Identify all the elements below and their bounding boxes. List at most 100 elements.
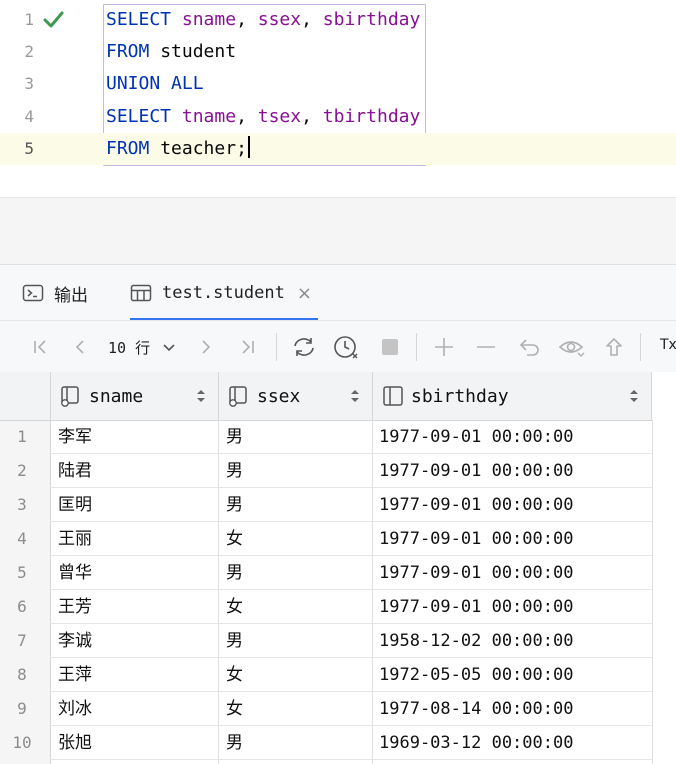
line-number: 3 bbox=[24, 74, 34, 93]
cell-ssex[interactable]: 男 bbox=[226, 624, 243, 658]
first-page-button[interactable] bbox=[24, 331, 56, 363]
code-text: SELECT tname, tsex, tbirthday bbox=[106, 106, 421, 127]
column-header-sbirthday[interactable]: sbirthday bbox=[373, 372, 652, 420]
next-page-button[interactable] bbox=[190, 331, 222, 363]
cell-sbirthday[interactable]: 1977-09-01 00:00:00 bbox=[379, 488, 573, 522]
cell-sbirthday[interactable]: 1977-08-14 00:00:00 bbox=[379, 692, 573, 726]
transaction-mode-label[interactable]: Tx bbox=[660, 337, 676, 353]
cell-sname[interactable]: 陆君 bbox=[58, 454, 92, 488]
chevron-down-icon bbox=[163, 344, 175, 352]
tab-result-label: test.student bbox=[162, 283, 285, 303]
table-row[interactable]: 8 王萍 女 1972-05-05 00:00:00 bbox=[0, 658, 652, 692]
cell-sbirthday[interactable]: 1977-09-01 00:00:00 bbox=[379, 454, 573, 488]
cell-sname[interactable]: 刘冰 bbox=[58, 692, 92, 726]
cell-sbirthday[interactable]: 1977-09-01 00:00:00 bbox=[379, 590, 573, 624]
table-row[interactable]: 1 李军 男 1977-09-01 00:00:00 bbox=[0, 420, 652, 454]
sort-icon[interactable] bbox=[196, 389, 206, 403]
refresh-button[interactable] bbox=[288, 331, 320, 363]
add-row-button[interactable] bbox=[428, 331, 460, 363]
table-icon bbox=[130, 284, 152, 302]
cell-sbirthday[interactable]: 1977-09-01 00:00:00 bbox=[379, 556, 573, 590]
stop-button[interactable] bbox=[374, 331, 406, 363]
check-icon bbox=[43, 11, 64, 28]
sort-icon[interactable] bbox=[629, 389, 639, 403]
cell-ssex[interactable]: 女 bbox=[226, 692, 243, 726]
column-header-ssex[interactable]: ssex bbox=[219, 372, 373, 420]
delete-row-button[interactable] bbox=[470, 331, 502, 363]
code-text: FROM student bbox=[106, 41, 237, 62]
column-icon bbox=[383, 386, 403, 406]
row-number: 3 bbox=[17, 495, 27, 514]
row-number: 6 bbox=[17, 597, 27, 616]
table-row[interactable]: 7 李诚 男 1958-12-02 00:00:00 bbox=[0, 624, 652, 658]
cell-sname[interactable]: 王萍 bbox=[58, 658, 92, 692]
cell-sname[interactable]: 曾华 bbox=[58, 556, 92, 590]
table-row[interactable]: 9 刘冰 女 1977-08-14 00:00:00 bbox=[0, 692, 652, 726]
column-header-label: sbirthday bbox=[411, 385, 509, 407]
cell-sname[interactable]: 张旭 bbox=[58, 726, 92, 760]
panel-gap bbox=[0, 198, 676, 264]
close-icon[interactable]: × bbox=[297, 283, 312, 304]
cell-ssex[interactable]: 男 bbox=[226, 726, 243, 760]
table-row[interactable]: 5 曾华 男 1977-09-01 00:00:00 bbox=[0, 556, 652, 590]
tab-output[interactable]: 输出 bbox=[22, 265, 88, 321]
table-row[interactable]: 10 张旭 男 1969-03-12 00:00:00 bbox=[0, 726, 652, 760]
column-header-label: sname bbox=[89, 385, 144, 407]
sql-editor[interactable]: 1 SELECT sname, ssex, sbirthday 2 FROM s… bbox=[0, 0, 676, 198]
undo-icon bbox=[519, 339, 539, 356]
sort-icon[interactable] bbox=[350, 389, 360, 403]
revert-button[interactable] bbox=[514, 331, 546, 363]
code-line-5[interactable]: 5 FROM teacher; bbox=[0, 133, 676, 165]
previous-page-button[interactable] bbox=[64, 331, 96, 363]
code-text: FROM teacher; bbox=[106, 133, 250, 165]
row-divider bbox=[50, 759, 652, 760]
cell-ssex[interactable]: 男 bbox=[226, 556, 243, 590]
toolbar-separator bbox=[276, 333, 277, 361]
cell-sname[interactable]: 李军 bbox=[58, 420, 92, 454]
eye-icon bbox=[558, 341, 585, 357]
code-line-3[interactable]: 3 UNION ALL bbox=[0, 68, 676, 100]
toolbar-separator bbox=[416, 333, 417, 361]
column-header-label: ssex bbox=[257, 385, 301, 407]
code-line-1[interactable]: 1 SELECT sname, ssex, sbirthday bbox=[0, 4, 676, 36]
code-line-4[interactable]: 4 SELECT tname, tsex, tbirthday bbox=[0, 101, 676, 133]
cell-ssex[interactable]: 女 bbox=[226, 522, 243, 556]
submit-button[interactable] bbox=[598, 331, 630, 363]
preview-changes-button[interactable] bbox=[556, 331, 588, 363]
last-page-button[interactable] bbox=[232, 331, 264, 363]
code-text: UNION ALL bbox=[106, 73, 204, 94]
tab-test-student[interactable]: test.student × bbox=[130, 265, 318, 321]
stop-icon bbox=[382, 339, 398, 355]
cell-ssex[interactable]: 女 bbox=[226, 658, 243, 692]
first-page-icon bbox=[34, 340, 46, 354]
code-line-2[interactable]: 2 FROM student bbox=[0, 36, 676, 68]
result-grid: sname ssex sbirthday 1 李军男 1977-09-01 00:0… bbox=[0, 372, 676, 764]
line-number: 2 bbox=[24, 42, 34, 61]
cell-sname[interactable]: 匡明 bbox=[58, 488, 92, 522]
cell-sbirthday[interactable]: 1977-09-01 00:00:00 bbox=[379, 522, 573, 556]
cell-sbirthday[interactable]: 1969-03-12 00:00:00 bbox=[379, 726, 573, 760]
table-row[interactable]: 3 匡明 男 1977-09-01 00:00:00 bbox=[0, 488, 652, 522]
table-row[interactable]: 2 陆君 男 1977-09-01 00:00:00 bbox=[0, 454, 652, 488]
cell-ssex[interactable]: 男 bbox=[226, 420, 243, 454]
line-number: 1 bbox=[24, 10, 34, 29]
row-number: 7 bbox=[17, 631, 27, 650]
cell-sbirthday[interactable]: 1958-12-02 00:00:00 bbox=[379, 624, 573, 658]
console-icon bbox=[22, 284, 44, 302]
table-row[interactable]: 6 王芳 女 1977-09-01 00:00:00 bbox=[0, 590, 652, 624]
cell-sname[interactable]: 李诚 bbox=[58, 624, 92, 658]
cell-ssex[interactable]: 女 bbox=[226, 590, 243, 624]
cell-ssex[interactable]: 男 bbox=[226, 488, 243, 522]
table-row[interactable]: 4 王丽 女 1977-09-01 00:00:00 bbox=[0, 522, 652, 556]
cell-ssex[interactable]: 男 bbox=[226, 454, 243, 488]
header-corner bbox=[0, 372, 51, 420]
page-size-select[interactable]: 10 行 bbox=[108, 331, 180, 363]
cell-sbirthday[interactable]: 1972-05-05 00:00:00 bbox=[379, 658, 573, 692]
chevron-left-icon bbox=[75, 340, 84, 354]
cell-sname[interactable]: 王丽 bbox=[58, 522, 92, 556]
cell-sbirthday[interactable]: 1977-09-01 00:00:00 bbox=[379, 420, 573, 454]
column-header-sname[interactable]: sname bbox=[51, 372, 219, 420]
history-button[interactable] bbox=[330, 331, 362, 363]
cell-sname[interactable]: 王芳 bbox=[58, 590, 92, 624]
line-number: 5 bbox=[24, 139, 34, 158]
